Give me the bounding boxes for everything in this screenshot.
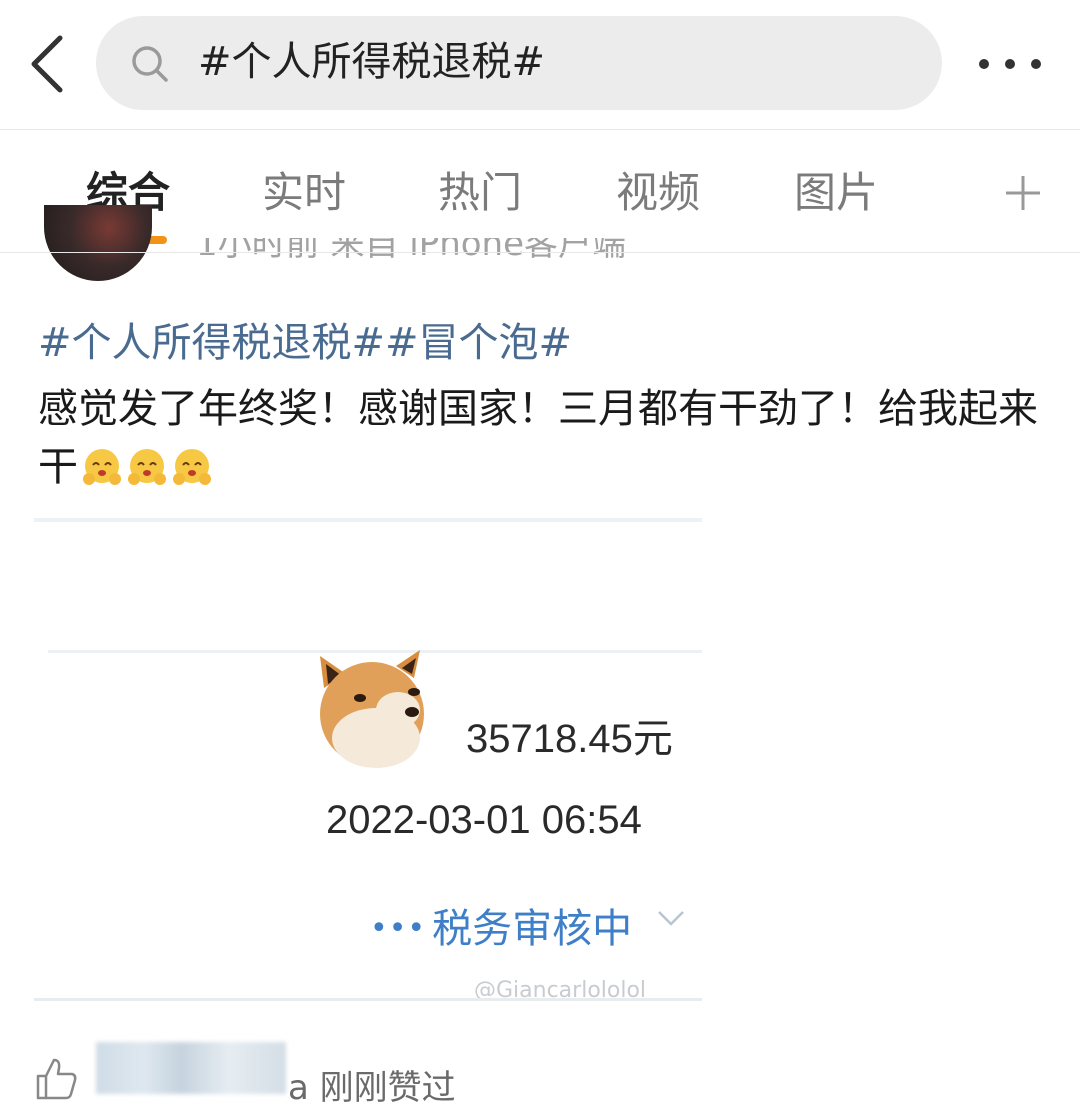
hug-emoji-icon — [128, 449, 166, 485]
refund-amount: 35718.45元 — [466, 717, 673, 761]
tab-realtime[interactable]: 实时 — [262, 168, 346, 218]
liked-label: 刚刚赞过 — [319, 1068, 456, 1108]
tab-video[interactable]: 视频 — [616, 168, 700, 218]
avatar[interactable] — [44, 205, 152, 281]
liker-name[interactable]: a — [288, 1068, 309, 1108]
divider — [0, 252, 1080, 253]
ellipsis-icon: ••• — [370, 911, 427, 946]
refund-status-text: 税务审核中 — [432, 906, 633, 952]
like-text: a 刚刚赞过 — [288, 1060, 456, 1109]
refund-status: ••• 税务审核中 — [370, 896, 632, 954]
post-image[interactable]: 35718.45元 2022-03-01 06:54 ••• 税务审核中 @Gia… — [34, 516, 706, 1016]
hug-emoji-icon — [83, 449, 121, 485]
hug-emoji-icon — [173, 449, 211, 485]
tab-bar: 综合 实时 热门 视频 图片 — [0, 130, 1080, 252]
chevron-down-icon — [658, 911, 684, 926]
thumbs-up-icon[interactable] — [34, 1056, 78, 1100]
post-meta: 1小时前 来自 iPhone客户端 — [196, 238, 627, 264]
plus-icon[interactable] — [1004, 174, 1042, 212]
blurred-username — [96, 1042, 286, 1094]
more-options-icon[interactable] — [972, 52, 1048, 76]
tab-hot[interactable]: 热门 — [438, 168, 522, 218]
search-query[interactable]: #个人所得税退税# — [198, 38, 545, 86]
likes-row: a 刚刚赞过 — [0, 1030, 1080, 1108]
back-arrow-icon[interactable] — [24, 32, 74, 96]
top-bar: #个人所得税退税# — [0, 0, 1080, 130]
refund-datetime: 2022-03-01 06:54 — [326, 798, 642, 842]
post-hashtags[interactable]: #个人所得税退税##冒个泡# — [38, 318, 572, 368]
search-icon — [132, 46, 168, 82]
post-text: 感觉发了年终奖！感谢国家！三月都有干劲了！给我起来干 — [38, 380, 1048, 504]
shiba-dog-icon — [320, 650, 424, 768]
search-bar[interactable]: #个人所得税退税# — [96, 16, 942, 110]
tab-pictures[interactable]: 图片 — [794, 168, 878, 218]
emoji-group — [78, 446, 213, 504]
divider — [34, 518, 702, 522]
divider — [34, 998, 702, 1001]
